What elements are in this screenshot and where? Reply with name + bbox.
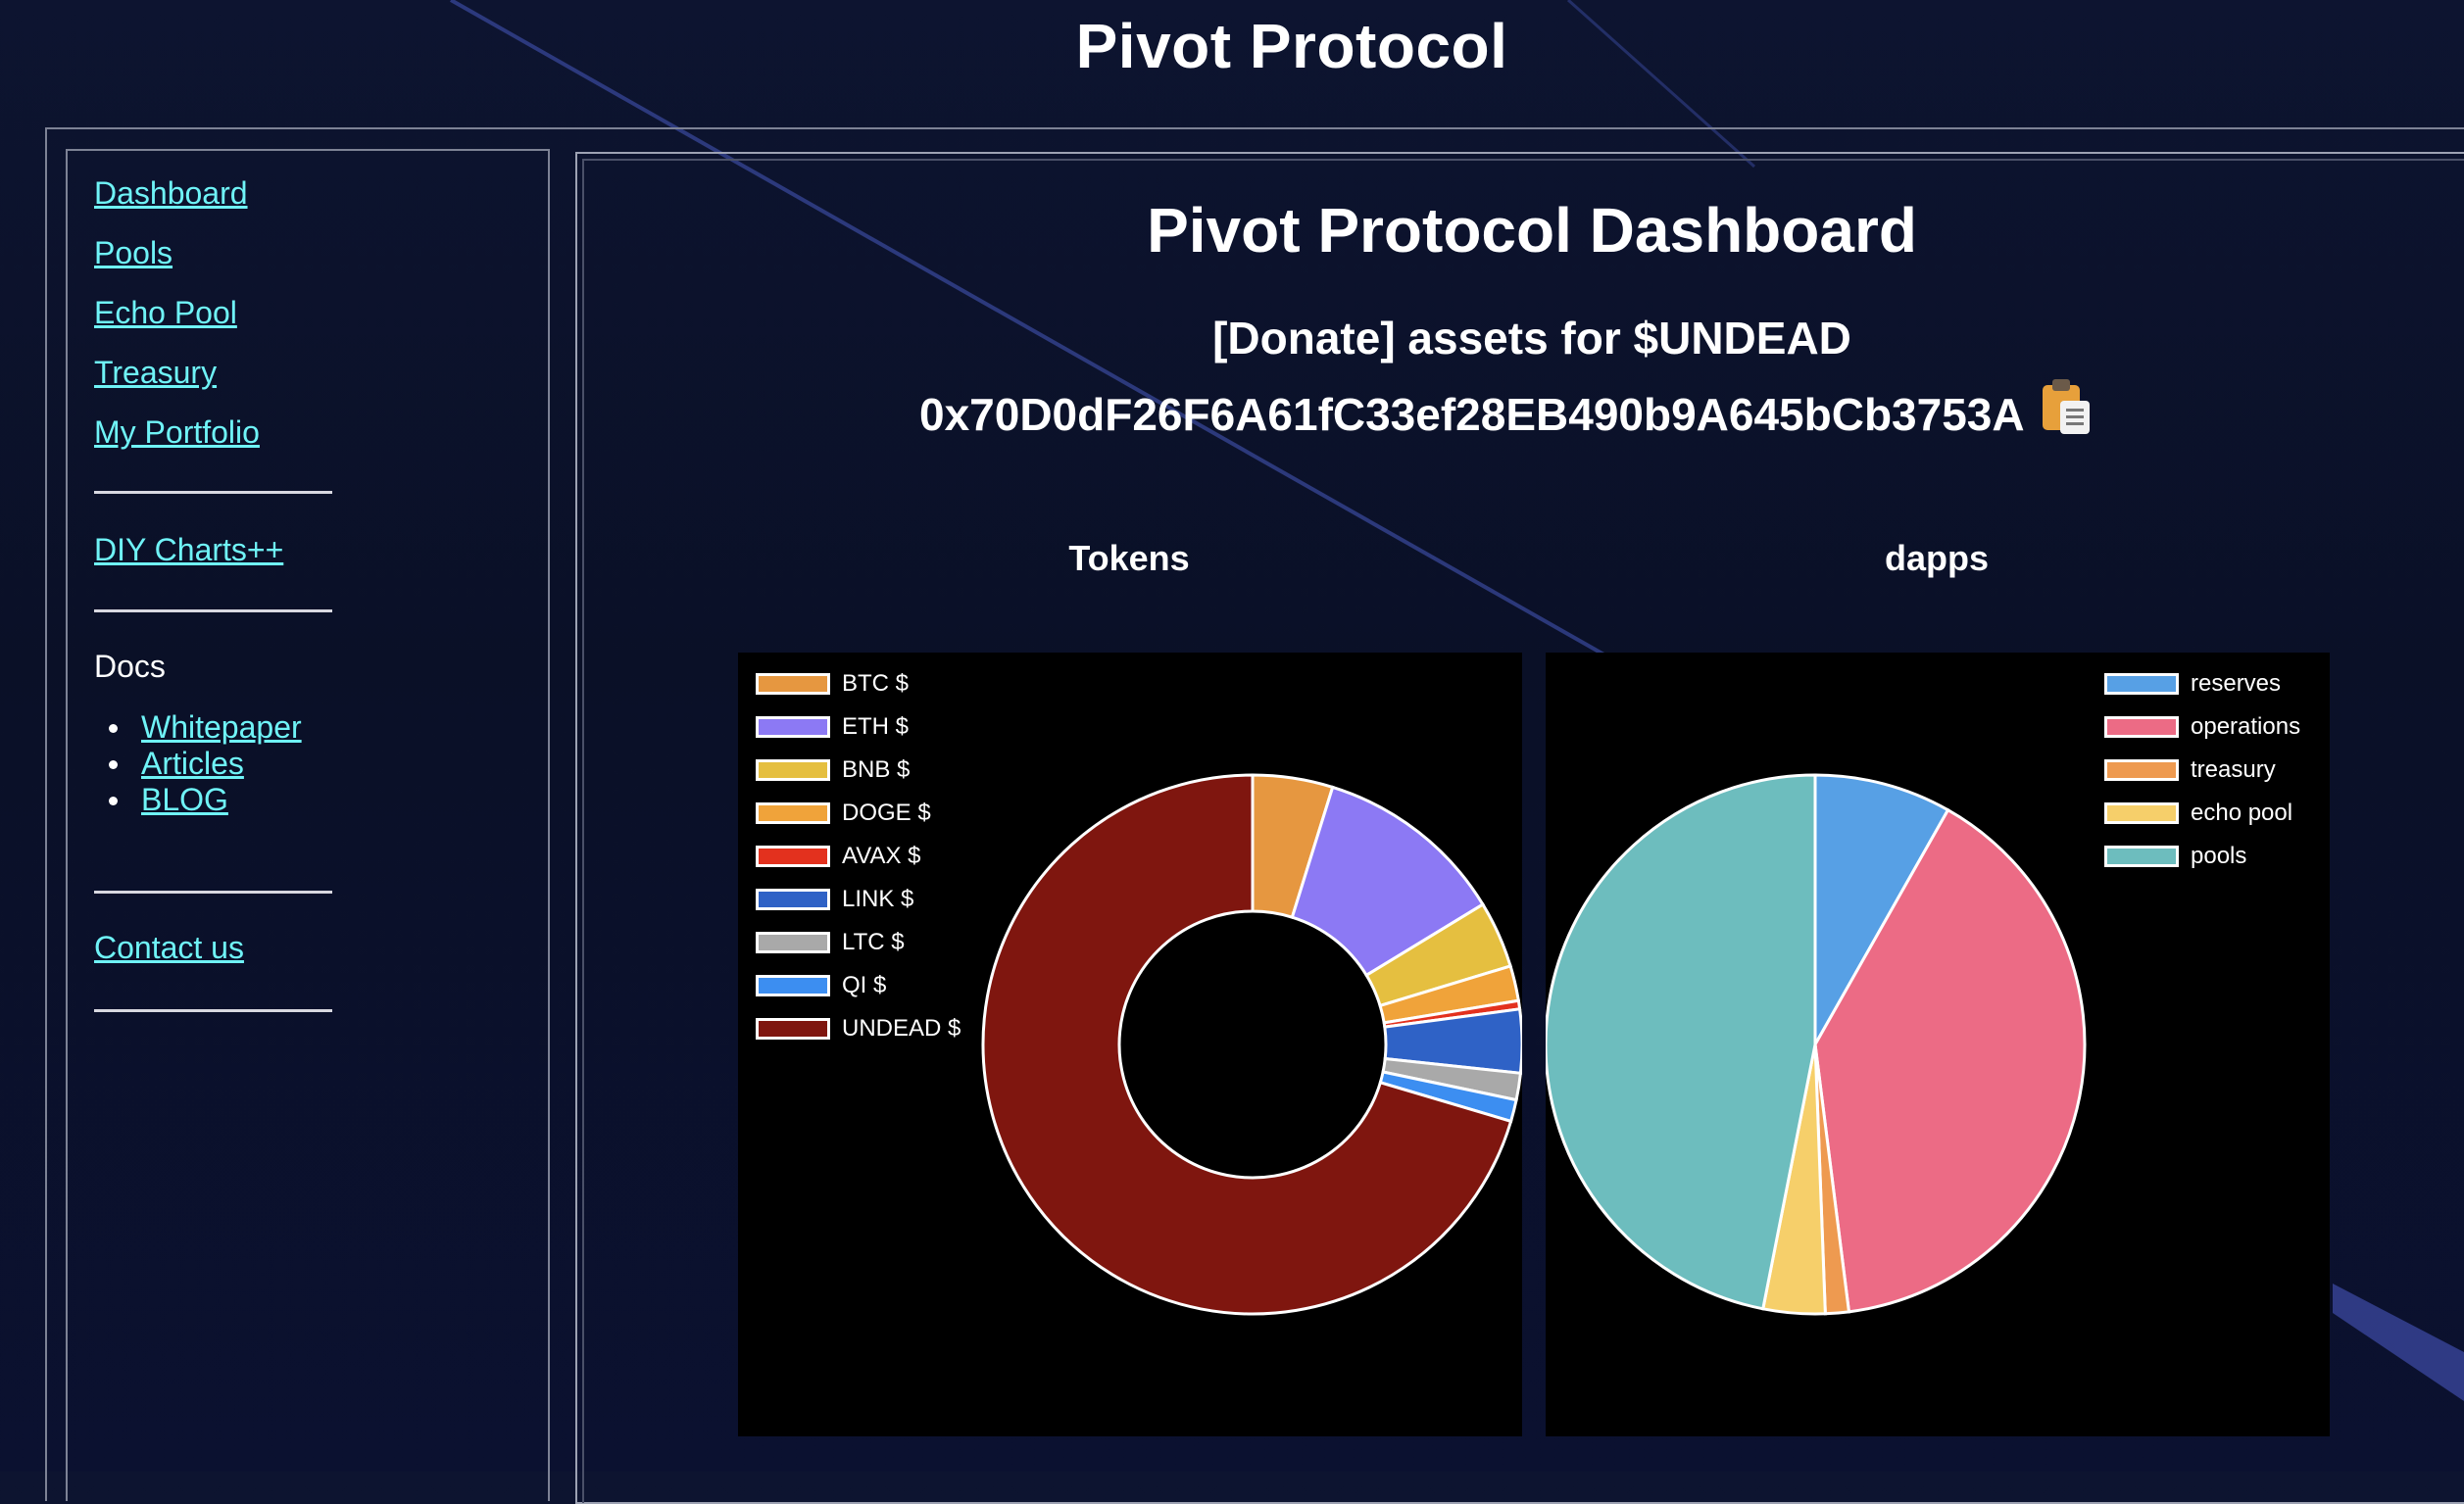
docs-label: Docs [94, 649, 166, 684]
donation-address[interactable]: 0x70D0dF26F6A61fC33ef28EB490b9A645bCb375… [919, 388, 2025, 441]
divider [94, 891, 332, 894]
sidebar-nav: Dashboard Pools Echo Pool Treasury My Po… [94, 172, 260, 471]
legend-label: UNDEAD $ [842, 1015, 961, 1042]
sidebar-item-diy-charts[interactable]: DIY Charts++ [94, 529, 283, 570]
dapps-chart: reserves operations treasury echo pool pools [1544, 653, 2330, 1436]
legend-item-qi[interactable]: QI $ [756, 972, 886, 999]
address-row: 0x70D0dF26F6A61fC33ef28EB490b9A645bCb375… [919, 378, 2092, 444]
legend-label: reserves [2191, 670, 2282, 697]
legend-item-operations[interactable]: operations [2104, 713, 2300, 741]
legend-swatch [2104, 802, 2179, 824]
legend-item-link[interactable]: LINK $ [756, 886, 913, 913]
tokens-chart: BTC $ ETH $ BNB $ DOGE $ AVAX $ LINK $ LTC $ QI… [738, 653, 1524, 1436]
legend-item-undead[interactable]: UNDEAD $ [756, 1015, 961, 1043]
legend-item-pools[interactable]: pools [2104, 843, 2246, 870]
list-item: Whitepaper [109, 709, 302, 746]
legend-item-treasury[interactable]: treasury [2104, 756, 2276, 784]
legend-label: BNB $ [842, 756, 911, 783]
legend-label: LINK $ [842, 886, 914, 912]
contact-us-link[interactable]: Contact us [94, 930, 244, 966]
sidebar-item-echo-pool[interactable]: Echo Pool [94, 292, 260, 333]
legend-swatch [756, 759, 830, 781]
sidebar-nav-diy: DIY Charts++ [94, 529, 283, 589]
legend-swatch [756, 716, 830, 738]
legend-label: QI $ [842, 972, 887, 998]
sidebar-item-my-portfolio[interactable]: My Portfolio [94, 412, 260, 453]
legend-item-bnb[interactable]: BNB $ [756, 756, 910, 784]
divider [94, 491, 332, 494]
legend-swatch [2104, 759, 2179, 781]
legend-item-ltc[interactable]: LTC $ [756, 929, 905, 956]
legend-item-reserves[interactable]: reserves [2104, 670, 2281, 698]
legend-swatch [756, 975, 830, 996]
legend-item-btc[interactable]: BTC $ [756, 670, 909, 698]
sidebar-item-treasury[interactable]: Treasury [94, 352, 260, 393]
list-item: BLOG [109, 782, 302, 818]
docs-link-whitepaper[interactable]: Whitepaper [141, 709, 302, 746]
slice-pools[interactable] [1544, 773, 1817, 1311]
legend-label: ETH $ [842, 713, 910, 740]
legend-item-doge[interactable]: DOGE $ [756, 800, 931, 827]
legend-label: operations [2191, 713, 2301, 740]
legend-swatch [756, 846, 830, 867]
contact-section: Contact us [94, 930, 244, 966]
page-title: Pivot Protocol Dashboard [1147, 195, 1917, 266]
site-title: Pivot Protocol [1075, 11, 1508, 81]
chart-title-tokens: Tokens [1068, 538, 1190, 578]
list-item: Articles [109, 746, 302, 782]
legend-label: pools [2191, 843, 2247, 869]
docs-list: Whitepaper Articles BLOG [109, 709, 302, 818]
legend-swatch [756, 932, 830, 953]
legend-swatch [756, 802, 830, 824]
legend-label: DOGE $ [842, 800, 931, 826]
legend-label: LTC $ [842, 929, 905, 955]
legend-label: echo pool [2191, 800, 2293, 826]
sidebar-item-dashboard[interactable]: Dashboard [94, 172, 260, 214]
legend-item-eth[interactable]: ETH $ [756, 713, 909, 741]
sidebar-item-pools[interactable]: Pools [94, 232, 260, 273]
legend-label: treasury [2191, 756, 2276, 783]
docs-link-articles[interactable]: Articles [141, 746, 302, 782]
legend-swatch [756, 1018, 830, 1040]
divider [94, 609, 332, 612]
donate-heading: [Donate] assets for $UNDEAD [1212, 313, 1851, 364]
legend-label: AVAX $ [842, 843, 921, 869]
legend-swatch [2104, 846, 2179, 867]
legend-swatch [756, 673, 830, 695]
legend-label: BTC $ [842, 670, 910, 697]
clipboard-icon[interactable] [2041, 377, 2092, 441]
legend-swatch [2104, 716, 2179, 738]
docs-link-blog[interactable]: BLOG [141, 782, 302, 818]
legend-item-avax[interactable]: AVAX $ [756, 843, 920, 870]
legend-swatch [756, 889, 830, 910]
chart-title-dapps: dapps [1884, 538, 1989, 578]
legend-item-echo-pool[interactable]: echo pool [2104, 800, 2292, 827]
sidebar: Dashboard Pools Echo Pool Treasury My Po… [66, 149, 550, 1501]
divider [94, 1009, 332, 1012]
legend-swatch [2104, 673, 2179, 695]
